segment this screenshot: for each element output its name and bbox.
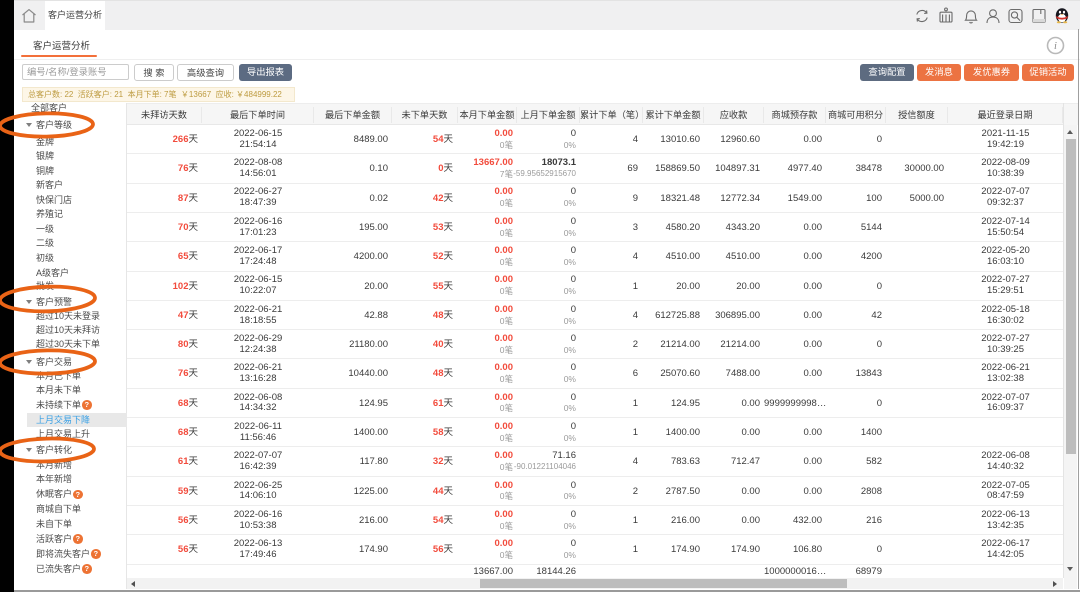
svg-text:i: i (1054, 41, 1057, 52)
